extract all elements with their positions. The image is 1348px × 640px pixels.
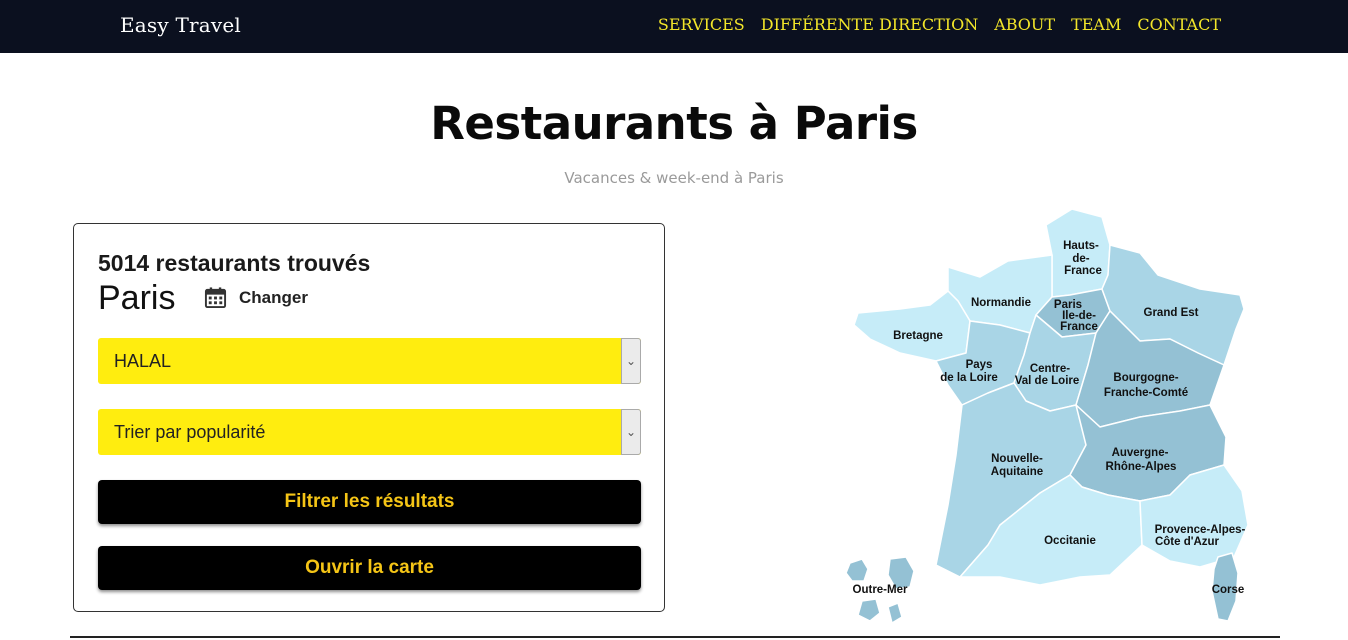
results-count: 5014 restaurants trouvés (98, 250, 371, 276)
calendar-icon[interactable] (204, 286, 227, 309)
chevron-down-icon[interactable]: ⌄ (621, 338, 641, 384)
france-regions-map: Hauts-de-France Normandie Paris Ile-de-Fr… (840, 205, 1260, 630)
nav-link-team[interactable]: TEAM (1071, 15, 1121, 34)
diet-filter-value: HALAL (114, 351, 172, 371)
chevron-down-icon[interactable]: ⌄ (621, 409, 641, 455)
region-outre-mer-1[interactable] (845, 558, 869, 582)
region-outre-mer-4[interactable] (887, 602, 903, 624)
search-panel: 5014 restaurants trouvés Paris Changer H… (73, 223, 665, 612)
change-city-link[interactable]: Changer (239, 288, 308, 308)
label-normandie: Normandie (971, 297, 1031, 309)
label-bretagne: Bretagne (893, 330, 943, 342)
region-outre-mer-3[interactable] (857, 598, 881, 622)
label-grand-est: Grand Est (1144, 307, 1199, 319)
region-bretagne[interactable] (853, 290, 971, 362)
section-divider (70, 636, 1280, 638)
brand-logo[interactable]: Easy Travel (120, 13, 241, 37)
label-outre-mer: Outre-Mer (853, 584, 908, 596)
city-name: Paris (98, 279, 176, 317)
nav-link-services[interactable]: SERVICES (658, 15, 745, 34)
main-nav: SERVICES DIFFÉRENTE DIRECTION ABOUT TEAM… (658, 15, 1221, 34)
page-title: Restaurants à Paris (430, 97, 918, 150)
filter-results-button[interactable]: Filtrer les résultats (98, 480, 641, 524)
label-corse: Corse (1212, 584, 1245, 596)
nav-link-direction[interactable]: DIFFÉRENTE DIRECTION (761, 15, 978, 34)
sort-value: Trier par popularité (114, 422, 266, 442)
top-navbar: Easy Travel SERVICES DIFFÉRENTE DIRECTIO… (0, 0, 1348, 53)
diet-filter-select[interactable]: HALAL ⌄ (98, 338, 641, 384)
sort-select[interactable]: Trier par popularité ⌄ (98, 409, 641, 455)
label-occitanie: Occitanie (1044, 535, 1096, 547)
nav-link-contact[interactable]: CONTACT (1137, 15, 1221, 34)
label-nouvelle-aquitaine: Nouvelle-Aquitaine (991, 453, 1043, 478)
open-map-button[interactable]: Ouvrir la carte (98, 546, 641, 590)
page-subtitle: Vacances & week-end à Paris (564, 169, 784, 187)
nav-link-about[interactable]: ABOUT (994, 15, 1055, 34)
